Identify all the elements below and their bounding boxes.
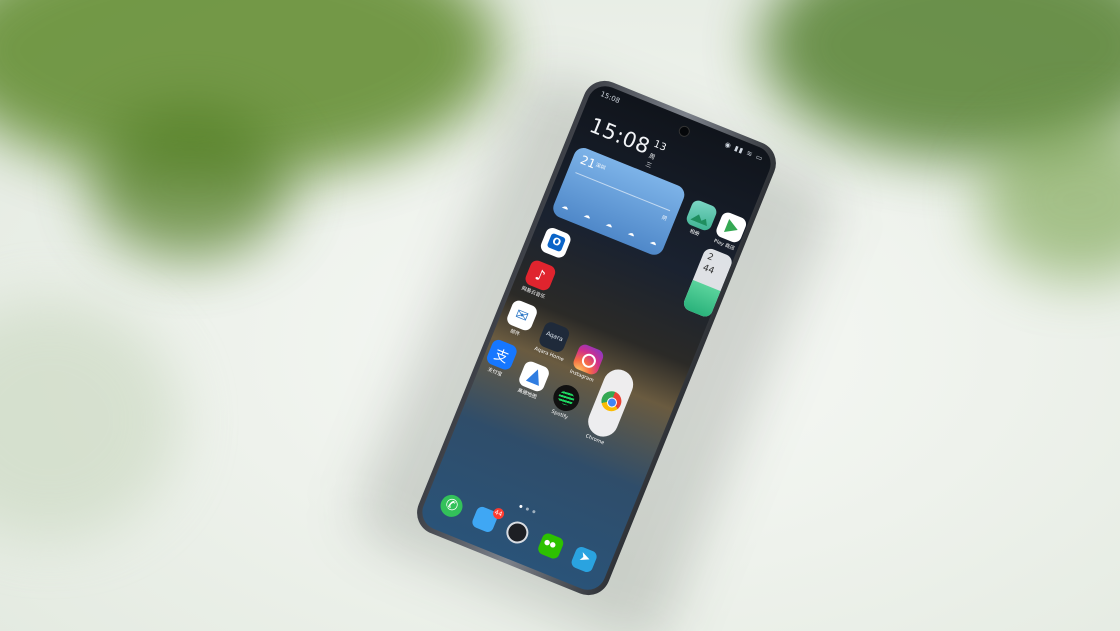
messages-app-icon[interactable]: 44 [470, 504, 506, 534]
telegram-app-icon[interactable] [569, 545, 599, 574]
blurred-foliage [0, 300, 180, 540]
battery-value-top: 2 [705, 252, 715, 264]
blurred-leaf [90, 110, 290, 260]
battery-level-fill [681, 280, 721, 319]
app-alipay[interactable]: 支付宝 [481, 337, 520, 380]
app-chrome[interactable]: Chrome [583, 364, 638, 446]
weather-condition: 阴 [660, 214, 668, 223]
app-outlook[interactable] [537, 225, 573, 261]
app-netease-music[interactable]: 网易云音乐 [519, 258, 558, 301]
page-dot [518, 504, 523, 509]
phone-app-icon[interactable] [437, 491, 466, 521]
page-dot [531, 509, 536, 514]
chrome-icon [598, 388, 625, 415]
battery-value-bottom: 44 [701, 263, 716, 277]
weather-temperature: 21 [578, 152, 598, 172]
browser-app-icon[interactable] [503, 518, 533, 548]
status-time: 15:08 [599, 90, 621, 106]
cloud-icon: ☁ [604, 219, 615, 230]
app-instagram[interactable]: Instagram [568, 342, 607, 384]
notification-badge: 44 [491, 506, 506, 521]
outlook-icon [538, 225, 573, 260]
photo-scene: 15:08 ◉ ▮▮ ≋ ▭ 15:08 13 周三 21 深圳 阴 ☁ ☁ ☁… [0, 0, 1120, 631]
cloud-icon: ☁ [560, 201, 571, 212]
app-mail[interactable]: 邮件 [501, 298, 540, 341]
weather-location: 深圳 [594, 162, 607, 172]
status-icons: ◉ ▮▮ ≋ ▭ [723, 140, 765, 164]
wechat-app-icon[interactable] [536, 531, 566, 561]
app-aqara-home[interactable]: Aqara Home [533, 320, 572, 363]
weather-temperature-line [575, 172, 671, 212]
cloud-icon: ☁ [648, 237, 659, 248]
page-dot [525, 507, 530, 512]
app-navi[interactable]: 高德地图 [513, 359, 552, 402]
weather-hourly: ☁ ☁ ☁ ☁ ☁ [561, 202, 659, 248]
cloud-icon: ☁ [626, 228, 637, 239]
cloud-icon: ☁ [582, 210, 593, 221]
app-spotify[interactable]: Spotify [545, 381, 584, 423]
